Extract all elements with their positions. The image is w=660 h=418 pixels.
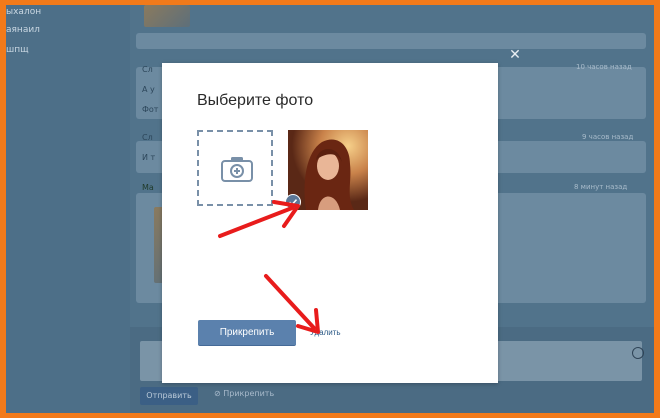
message-card: [136, 33, 646, 49]
close-icon[interactable]: ✕: [508, 48, 522, 62]
annotation-arrow-icon: [218, 200, 300, 238]
sidebar-item[interactable]: аянаил: [6, 25, 130, 35]
message-text: А у: [142, 85, 155, 94]
message-author: Ма: [142, 183, 154, 192]
sidebar-item-label: аянаил: [6, 25, 40, 35]
camera-add-icon: [221, 157, 253, 182]
message-time: 10 часов назад: [576, 63, 632, 71]
upload-photo-button[interactable]: [197, 130, 273, 206]
message-text: И т: [142, 153, 156, 162]
message-time: 8 минут назад: [574, 183, 628, 191]
message-time: 9 часов назад: [582, 133, 634, 141]
annotation-arrow-icon: [264, 274, 320, 334]
sidebar: ыхалон аянаил шпщ: [6, 5, 130, 413]
sidebar-item-label: ыхалон: [6, 7, 42, 17]
message-text: Фот: [142, 105, 159, 114]
dialog-title: Выберите фото: [197, 92, 314, 109]
sidebar-item[interactable]: шпщ: [6, 45, 130, 55]
composer-attach-label: Прикрепить: [223, 389, 275, 398]
send-button[interactable]: Отправить: [140, 387, 198, 405]
sidebar-item-label: шпщ: [6, 45, 29, 55]
choose-photo-dialog: Выберите фото Прикрепить Удалить: [162, 63, 498, 383]
message-author: Сл: [142, 65, 153, 74]
sidebar-item[interactable]: ыхалон: [6, 7, 130, 17]
message-photo-thumb: [144, 5, 190, 27]
composer-attach-button[interactable]: ⊘ Прикрепить: [214, 389, 274, 398]
message-author: Сл: [142, 133, 153, 142]
smile-icon[interactable]: [632, 347, 644, 359]
